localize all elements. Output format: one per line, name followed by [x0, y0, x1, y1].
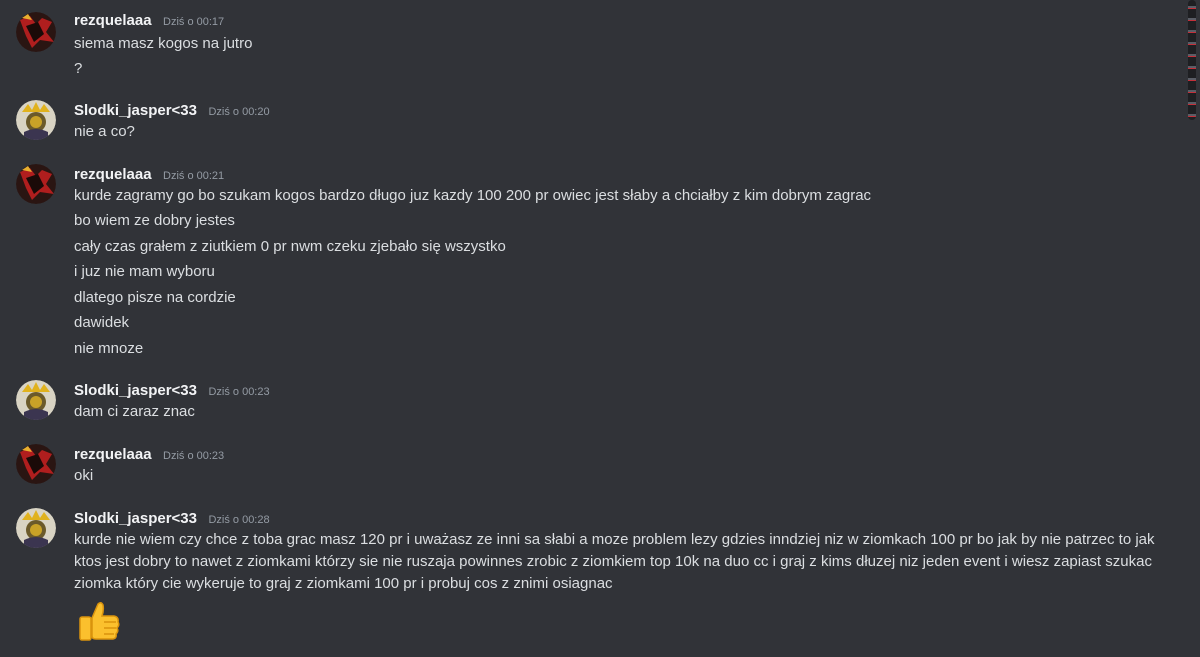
username[interactable]: Slodki_jasper<33 — [74, 382, 197, 399]
message-header: rezquelaaa Dziś o 00:21 — [74, 166, 224, 186]
message-text: kurde nie wiem czy chce z toba grac masz… — [74, 531, 1155, 592]
message-header: Slodki_jasper<33 Dziś o 00:20 — [74, 102, 270, 122]
thumbs-up-emoji — [74, 598, 122, 646]
message-text: bo wiem ze dobry jestes — [74, 212, 235, 229]
avatar[interactable] — [16, 380, 56, 420]
scrollbar[interactable] — [1186, 0, 1200, 657]
message-text: dam ci zaraz znac — [74, 403, 195, 420]
avatar-slodki-icon — [16, 380, 56, 420]
message-text: i juz nie mam wyboru — [74, 263, 215, 280]
username[interactable]: Slodki_jasper<33 — [74, 102, 197, 119]
message-text: nie a co? — [74, 123, 135, 140]
avatar-slodki-icon — [16, 100, 56, 140]
message-header: Slodki_jasper<33 Dziś o 00:23 — [74, 382, 270, 402]
avatar-rezquelaaa-icon — [16, 12, 56, 52]
avatar[interactable] — [16, 100, 56, 140]
message-text: dlatego pisze na cordzie — [74, 289, 236, 306]
message-text: oki — [74, 467, 94, 484]
message-text: ? — [74, 60, 83, 77]
message-header: Slodki_jasper<33 Dziś o 00:28 — [74, 510, 270, 530]
timestamp: Dziś o 00:28 — [208, 514, 270, 526]
username[interactable]: rezquelaaa — [74, 12, 152, 29]
avatar-rezquelaaa-icon — [16, 164, 56, 204]
message-text: cały czas grałem z ziutkiem 0 pr nwm cze… — [74, 238, 506, 255]
scrollbar-thumb[interactable] — [1188, 0, 1196, 120]
timestamp: Dziś o 00:23 — [208, 386, 270, 398]
timestamp: Dziś o 00:23 — [163, 450, 225, 462]
username[interactable]: Slodki_jasper<33 — [74, 510, 197, 527]
message-header: rezquelaaa Dziś o 00:23 — [74, 446, 224, 466]
timestamp: Dziś o 00:21 — [163, 170, 225, 182]
message-text: kurde zagramy go bo szukam kogos bardzo … — [74, 187, 872, 204]
message-text: dawidek — [74, 314, 130, 331]
message-text: siema masz kogos na jutro — [74, 35, 253, 52]
message-text: nie mnoze — [74, 340, 144, 357]
avatar[interactable] — [16, 444, 56, 484]
message-list[interactable]: rezquelaaa Dziś o 00:17 siema masz kogos… — [0, 0, 1176, 657]
username[interactable]: rezquelaaa — [74, 446, 152, 463]
thumbs-up-icon — [79, 601, 120, 641]
avatar-slodki-icon — [16, 508, 56, 548]
timestamp: Dziś o 00:17 — [163, 16, 225, 28]
username[interactable]: rezquelaaa — [74, 166, 152, 183]
avatar[interactable] — [16, 508, 56, 548]
avatar[interactable] — [16, 164, 56, 204]
message-header: rezquelaaa Dziś o 00:17 — [74, 12, 224, 32]
avatar-rezquelaaa-icon — [16, 444, 56, 484]
timestamp: Dziś o 00:20 — [208, 106, 270, 118]
avatar[interactable] — [16, 12, 56, 52]
